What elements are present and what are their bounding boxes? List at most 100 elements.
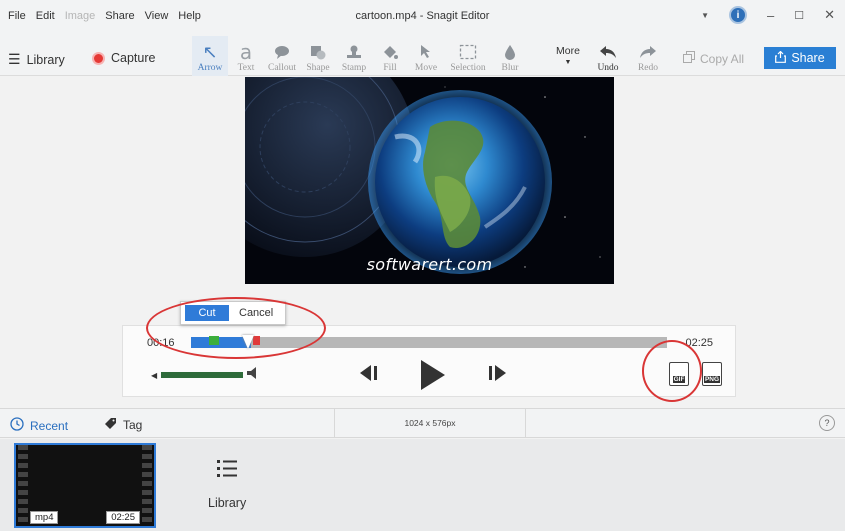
more-label: More [556, 45, 580, 57]
help-button[interactable]: ? [819, 415, 835, 431]
film-strip-right [142, 445, 152, 526]
recent-tab[interactable]: Recent [10, 417, 68, 434]
undo-label: Undo [597, 63, 619, 73]
library-list-icon [216, 459, 238, 482]
undo-icon [599, 41, 617, 63]
blur-icon [504, 41, 516, 63]
png-label: PNG [703, 376, 721, 383]
menu-edit[interactable]: Edit [36, 10, 55, 22]
more-button[interactable]: More ▼ [556, 46, 580, 68]
share-label: Share [791, 51, 825, 65]
volume-slider[interactable] [161, 372, 244, 378]
duration-badge: 02:25 [106, 511, 140, 524]
undo-button[interactable]: Undo [590, 36, 626, 76]
redo-icon [639, 41, 657, 63]
tool-list: ↖ Arrow a Text Callout Shape Stamp Fill … [192, 36, 528, 76]
step-back-button[interactable] [359, 364, 379, 387]
earth-image [245, 77, 614, 284]
tool-arrow[interactable]: ↖ Arrow [192, 36, 228, 76]
format-badge: mp4 [30, 511, 59, 524]
video-frame: softwarert.com [245, 77, 614, 284]
highlight-circle-gif [642, 340, 702, 402]
tool-label: Shape [306, 63, 330, 73]
recent-capture-thumbnail[interactable]: mp4 02:25 [14, 443, 156, 528]
save-frame-png-button[interactable]: PNG [702, 362, 722, 386]
tool-text[interactable]: a Text [228, 36, 264, 76]
tool-label: Blur [501, 63, 519, 73]
record-icon [92, 51, 105, 65]
tool-label: Move [414, 63, 438, 73]
image-dimensions: 1024 x 576px [334, 409, 526, 437]
toolbar: ☰ Library Capture ↖ Arrow a Text Callout… [0, 34, 845, 76]
callout-icon [274, 41, 290, 63]
menu-share[interactable]: Share [105, 10, 134, 22]
fill-icon [382, 41, 398, 63]
menu-file[interactable]: File [8, 10, 26, 22]
copy-icon [683, 51, 695, 66]
library-label: Library [208, 496, 247, 510]
move-icon [418, 41, 434, 63]
tag-icon [104, 417, 117, 433]
watermark-text: softwarert.com [366, 255, 493, 274]
redo-label: Redo [637, 63, 659, 73]
highlight-circle-cut [146, 297, 326, 359]
arrow-icon: ↖ [202, 41, 218, 63]
library-label: Library [26, 52, 65, 67]
tool-callout[interactable]: Callout [264, 36, 300, 76]
tool-label: Fill [383, 63, 397, 73]
share-button[interactable]: Share [764, 47, 836, 69]
capture-button[interactable]: Capture [92, 51, 155, 65]
play-icon [421, 360, 445, 390]
close-button[interactable]: ✕ [824, 7, 835, 23]
tag-label: Tag [123, 418, 143, 432]
capture-label: Capture [111, 51, 156, 65]
library-button[interactable]: ☰ Library [8, 51, 65, 68]
tool-move[interactable]: Move [408, 36, 444, 76]
maximize-button[interactable]: ☐ [794, 9, 804, 22]
tool-blur[interactable]: Blur [492, 36, 528, 76]
editor-canvas: softwarert.com 00:16 02:25 ◀ GIF PNG Cut… [0, 77, 845, 407]
menu-view[interactable]: View [145, 10, 169, 22]
tool-label: Text [237, 63, 255, 73]
tool-label: Selection [450, 63, 486, 73]
status-bar: Recent Tag 1024 x 576px ? [0, 408, 845, 438]
dropdown-icon[interactable]: ▼ [701, 11, 709, 20]
recent-tray: mp4 02:25 Library [0, 439, 845, 531]
selection-icon [459, 41, 477, 63]
share-icon [775, 50, 787, 66]
menu-image: Image [64, 10, 96, 22]
minimize-button[interactable]: – [767, 8, 774, 23]
step-forward-icon [489, 365, 506, 381]
volume-control[interactable]: ◀ [151, 366, 257, 384]
recent-label: Recent [30, 418, 69, 433]
text-icon: a [239, 40, 253, 64]
play-button[interactable] [419, 359, 447, 396]
tool-selection[interactable]: Selection [444, 36, 492, 76]
open-library-button[interactable]: Library [208, 459, 246, 510]
account-icon[interactable]: i [728, 6, 747, 24]
redo-button[interactable]: Redo [630, 36, 666, 76]
tool-label: Stamp [341, 63, 367, 73]
clock-icon [10, 417, 24, 434]
menu-help[interactable]: Help [178, 10, 201, 22]
tool-label: Arrow [197, 63, 223, 73]
step-forward-button[interactable] [487, 364, 507, 387]
tool-label: Callout [268, 63, 296, 73]
film-strip-left [18, 445, 28, 526]
copy-all-button[interactable]: Copy All [683, 51, 744, 66]
copy-all-label: Copy All [700, 51, 745, 66]
shape-icon [310, 41, 326, 63]
tool-stamp[interactable]: Stamp [336, 36, 372, 76]
window-controls: ▼ i – ☐ ✕ [701, 6, 835, 24]
hamburger-icon: ☰ [8, 51, 21, 67]
stamp-icon [346, 41, 362, 63]
speaker-icon [247, 366, 257, 384]
menu-bar: File Edit Image Share View Help cartoon.… [0, 0, 845, 34]
menu-list: File Edit Image Share View Help [8, 10, 201, 22]
tag-tab[interactable]: Tag [104, 417, 142, 433]
chevron-down-icon: ▼ [564, 59, 572, 66]
volume-down-icon: ◀ [151, 370, 158, 380]
tool-fill[interactable]: Fill [372, 36, 408, 76]
step-back-icon [360, 365, 377, 381]
tool-shape[interactable]: Shape [300, 36, 336, 76]
